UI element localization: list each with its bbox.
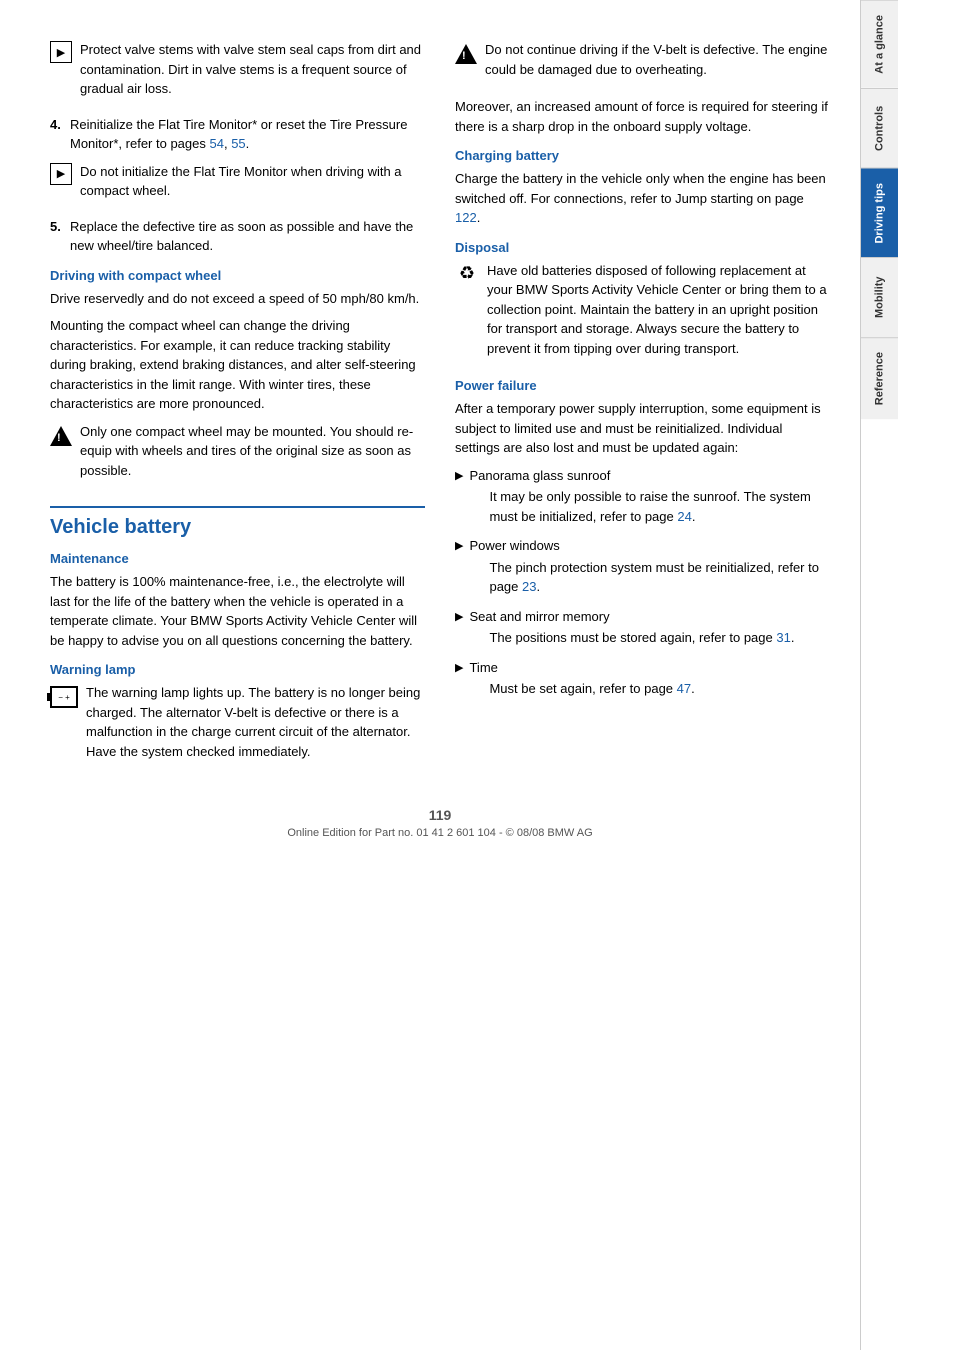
tab-driving-tips[interactable]: Driving tips: [861, 168, 898, 258]
tab-controls-label: Controls: [874, 106, 886, 151]
pf-windows-content: Power windows The pinch protection syste…: [469, 536, 830, 603]
step-5-num: 5.: [50, 217, 64, 256]
power-failure-title: Power failure: [455, 378, 830, 393]
vbelt-warning-box: Do not continue driving if the V-belt is…: [455, 40, 830, 87]
power-failure-intro: After a temporary power supply interrupt…: [455, 399, 830, 458]
vehicle-battery-section: Vehicle battery Maintenance The battery …: [50, 506, 425, 769]
disposal-title: Disposal: [455, 240, 830, 255]
bullet-arrow-1: ▶: [455, 468, 463, 485]
tab-driving-tips-label: Driving tips: [874, 183, 886, 244]
maintenance-title: Maintenance: [50, 551, 425, 566]
star2: *: [113, 136, 118, 151]
driving-compact-title: Driving with compact wheel: [50, 268, 425, 283]
left-column: ▶ Protect valve stems with valve stem se…: [50, 40, 425, 777]
pf-windows-label: Power windows: [469, 538, 559, 553]
battery-warning-icon: − +: [50, 686, 78, 708]
driving-compact-p1: Drive reservedly and do not exceed a spe…: [50, 289, 425, 309]
tab-controls[interactable]: Controls: [861, 88, 898, 168]
pf-time-detail: Must be set again, refer to page 47.: [469, 679, 694, 699]
right-tabs: At a glance Controls Driving tips Mobili…: [860, 0, 898, 1350]
warning-lamp-title: Warning lamp: [50, 662, 425, 677]
driving-compact-p2: Mounting the compact wheel can change th…: [50, 316, 425, 414]
pf-item-windows: ▶ Power windows The pinch protection sys…: [455, 536, 830, 603]
warning-triangle-icon: [50, 424, 72, 449]
vehicle-battery-title: Vehicle battery: [50, 516, 425, 539]
bullet-arrow-3: ▶: [455, 609, 463, 626]
tab-reference[interactable]: Reference: [861, 337, 898, 419]
no-init-note: ▶ Do not initialize the Flat Tire Monito…: [50, 162, 425, 209]
tab-at-a-glance-label: At a glance: [874, 15, 886, 74]
page-23-link[interactable]: 23: [522, 579, 536, 594]
pf-seat-content: Seat and mirror memory The positions mus…: [469, 607, 794, 654]
page-55-link[interactable]: 55: [231, 136, 245, 151]
step-5: 5. Replace the defective tire as soon as…: [50, 217, 425, 256]
tab-mobility[interactable]: Mobility: [861, 257, 898, 337]
page-number: 119: [50, 807, 830, 823]
pf-time-label: Time: [469, 660, 497, 675]
step-5-list: 5. Replace the defective tire as soon as…: [50, 217, 425, 256]
charging-battery-body: Charge the battery in the vehicle only w…: [455, 171, 826, 206]
step-4: 4. Reinitialize the Flat Tire Monitor* o…: [50, 115, 425, 154]
tab-reference-label: Reference: [874, 352, 886, 405]
pf-time-content: Time Must be set again, refer to page 47…: [469, 658, 694, 705]
vbelt-text1: Do not continue driving if the V-belt is…: [485, 40, 830, 79]
page-54-link[interactable]: 54: [209, 136, 223, 151]
pf-seat-label: Seat and mirror memory: [469, 609, 609, 624]
tab-at-a-glance[interactable]: At a glance: [861, 0, 898, 88]
tab-mobility-label: Mobility: [874, 277, 886, 319]
charging-battery-text: Charge the battery in the vehicle only w…: [455, 169, 830, 228]
recycle-icon: ♻: [455, 262, 479, 286]
page-122-link[interactable]: 122: [455, 210, 477, 225]
step-4-text: Reinitialize the Flat Tire Monitor* or r…: [70, 115, 425, 154]
step-4-num: 4.: [50, 115, 64, 154]
valve-stem-note: ▶ Protect valve stems with valve stem se…: [50, 40, 425, 107]
page-31-link[interactable]: 31: [776, 630, 790, 645]
pf-windows-detail: The pinch protection system must be rein…: [469, 558, 830, 597]
bullet-arrow-2: ▶: [455, 538, 463, 555]
no-init-text: Do not initialize the Flat Tire Monitor …: [80, 162, 425, 201]
star1: *: [252, 117, 257, 132]
charging-battery-title: Charging battery: [455, 148, 830, 163]
pf-item-time: ▶ Time Must be set again, refer to page …: [455, 658, 830, 705]
note-icon: ▶: [50, 41, 72, 63]
vbelt-text2: Moreover, an increased amount of force i…: [455, 97, 830, 136]
vbelt-warning-content: Do not continue driving if the V-belt is…: [485, 40, 830, 87]
right-column: Do not continue driving if the V-belt is…: [455, 40, 830, 777]
vbelt-warning-icon: [455, 42, 477, 67]
warning-lamp-text: The warning lamp lights up. The battery …: [86, 683, 425, 761]
disposal-text: Have old batteries disposed of following…: [487, 261, 830, 359]
pf-sunroof-detail: It may be only possible to raise the sun…: [469, 487, 830, 526]
bullet-arrow-4: ▶: [455, 660, 463, 677]
step-5-text: Replace the defective tire as soon as po…: [70, 217, 425, 256]
page-47-link[interactable]: 47: [677, 681, 691, 696]
page-24-link[interactable]: 24: [677, 509, 691, 524]
pf-item-seat: ▶ Seat and mirror memory The positions m…: [455, 607, 830, 654]
pf-sunroof-label: Panorama glass sunroof: [469, 468, 610, 483]
steps-list: 4. Reinitialize the Flat Tire Monitor* o…: [50, 115, 425, 154]
warning-lamp-note: − + The warning lamp lights up. The batt…: [50, 683, 425, 769]
valve-stem-text: Protect valve stems with valve stem seal…: [80, 40, 425, 99]
maintenance-text: The battery is 100% maintenance-free, i.…: [50, 572, 425, 650]
page-footer: 119 Online Edition for Part no. 01 41 2 …: [50, 807, 830, 849]
no-init-icon: ▶: [50, 163, 72, 185]
pf-item-sunroof: ▶ Panorama glass sunroof It may be only …: [455, 466, 830, 533]
compact-warning-text: Only one compact wheel may be mounted. Y…: [80, 422, 425, 481]
disposal-note: ♻ Have old batteries disposed of followi…: [455, 261, 830, 367]
pf-seat-detail: The positions must be stored again, refe…: [469, 628, 794, 648]
compact-wheel-warning: Only one compact wheel may be mounted. Y…: [50, 422, 425, 489]
power-failure-list: ▶ Panorama glass sunroof It may be only …: [455, 466, 830, 705]
pf-sunroof-content: Panorama glass sunroof It may be only po…: [469, 466, 830, 533]
footer-text: Online Edition for Part no. 01 41 2 601 …: [287, 827, 592, 839]
